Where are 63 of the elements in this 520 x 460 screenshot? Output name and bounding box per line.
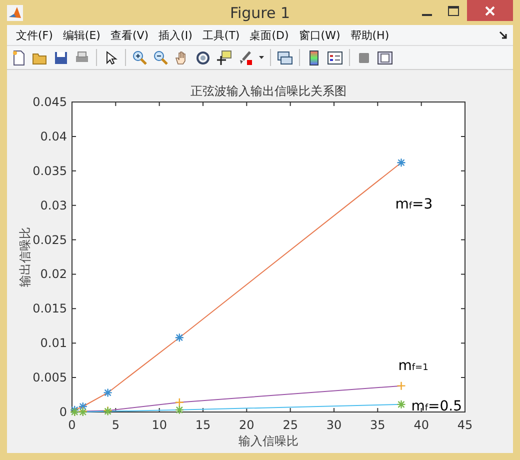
y-tick-label: 0.005: [32, 370, 67, 385]
x-tick-label: 0: [68, 418, 76, 432]
x-tick-label: 35: [370, 418, 386, 432]
x-tick-label: 5: [112, 418, 120, 432]
caret-icon: [258, 56, 264, 59]
y-tick-label: 0.02: [40, 267, 67, 282]
y-tick-label: 0.025: [32, 232, 67, 247]
menu-item[interactable]: 工具(T): [197, 28, 245, 42]
minimize-icon: [422, 14, 432, 16]
zoom-out-icon: [153, 50, 169, 66]
link-icon: [277, 50, 293, 66]
legend-icon: [327, 50, 343, 66]
x-tick-label: 40: [414, 418, 429, 432]
menu-item[interactable]: 窗口(W): [294, 28, 346, 42]
point-marker: [396, 400, 406, 410]
window-icon: [377, 50, 393, 66]
y-tick-label: 0.045: [32, 95, 67, 109]
x-tick-label: 25: [282, 418, 298, 432]
maximize-icon: [448, 6, 459, 16]
y-axis-label: 输出信噪比: [18, 227, 32, 287]
toolbar-button[interactable]: [276, 48, 294, 66]
data-cursor-icon: [216, 50, 232, 66]
y-tick-label: 0.04: [40, 129, 67, 144]
x-tick-label: 20: [239, 418, 254, 432]
dock-arrow-icon[interactable]: [499, 31, 507, 39]
marker-cluster: [103, 406, 112, 416]
toolbar-button[interactable]: [215, 48, 233, 66]
close-icon: [485, 6, 495, 16]
y-tick-label: 0.03: [40, 198, 67, 212]
y-tick-label: 0.01: [40, 336, 67, 350]
chart-title: 正弦波输入输出信噪比关系图: [190, 84, 346, 98]
app-icon: [7, 4, 23, 20]
marker-cluster: [174, 398, 184, 415]
toolbar-button[interactable]: [326, 48, 344, 66]
menu-item[interactable]: 编辑(E): [58, 28, 106, 42]
y-tick-label: 0: [59, 405, 67, 419]
menu-item[interactable]: 插入(I): [154, 28, 198, 42]
x-tick-label: 10: [152, 418, 167, 432]
marker-cluster: [70, 402, 88, 417]
save-icon: [53, 50, 69, 66]
point-marker: [174, 333, 184, 342]
point-marker: [103, 388, 112, 398]
x-axis-label: 输入信噪比: [238, 434, 298, 448]
close-button[interactable]: [467, 0, 513, 21]
menu-item[interactable]: 文件(F): [11, 28, 58, 42]
x-tick-label: 15: [195, 418, 211, 432]
toolbar-button[interactable]: [131, 48, 149, 66]
menu-item[interactable]: 桌面(D): [244, 28, 294, 42]
zoom-in-icon: [132, 50, 148, 66]
toolbar-button[interactable]: [194, 48, 212, 66]
toolbar-button[interactable]: [376, 48, 394, 66]
menu-item[interactable]: 查看(V): [105, 28, 154, 42]
point-marker: [396, 381, 406, 390]
point-marker: [396, 158, 406, 168]
x-tick-label: 30: [326, 418, 342, 432]
y-tick-label: 0.035: [32, 164, 67, 178]
window-title: Figure 1: [230, 4, 290, 22]
new-file-icon: [11, 50, 27, 66]
rotate-icon: [195, 50, 211, 66]
menu-item[interactable]: 帮助(H): [345, 28, 394, 42]
x-tick-label: 45: [457, 418, 473, 432]
y-tick-label: 0.015: [32, 302, 67, 316]
brush-icon: [237, 50, 253, 66]
